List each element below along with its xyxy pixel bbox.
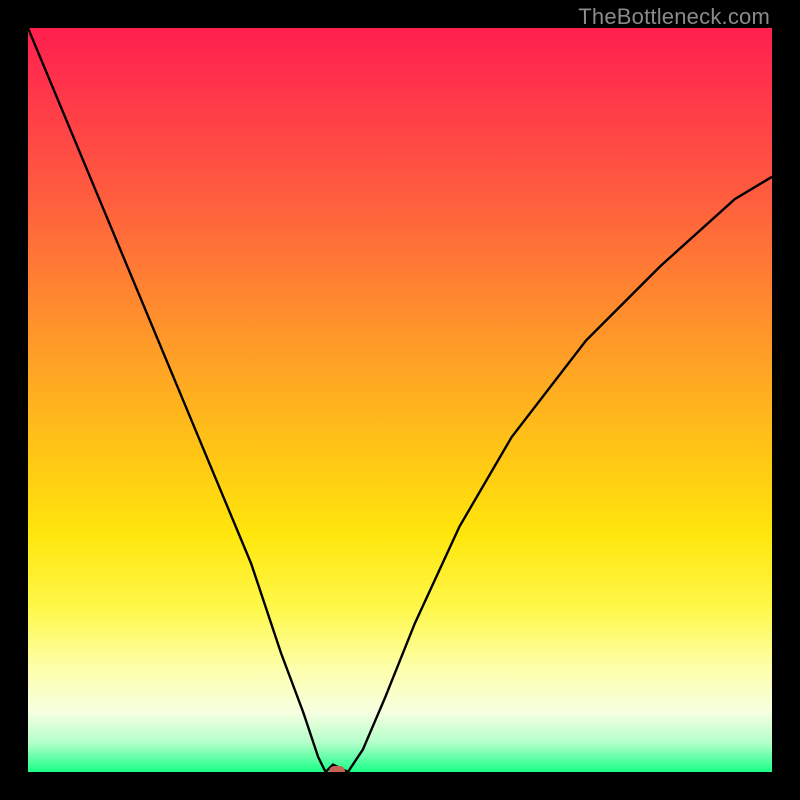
optimal-point-marker: [329, 766, 345, 772]
plot-area: [28, 28, 772, 772]
chart-frame: TheBottleneck.com: [0, 0, 800, 800]
bottleneck-curve: [28, 28, 772, 772]
watermark-text: TheBottleneck.com: [578, 4, 770, 30]
